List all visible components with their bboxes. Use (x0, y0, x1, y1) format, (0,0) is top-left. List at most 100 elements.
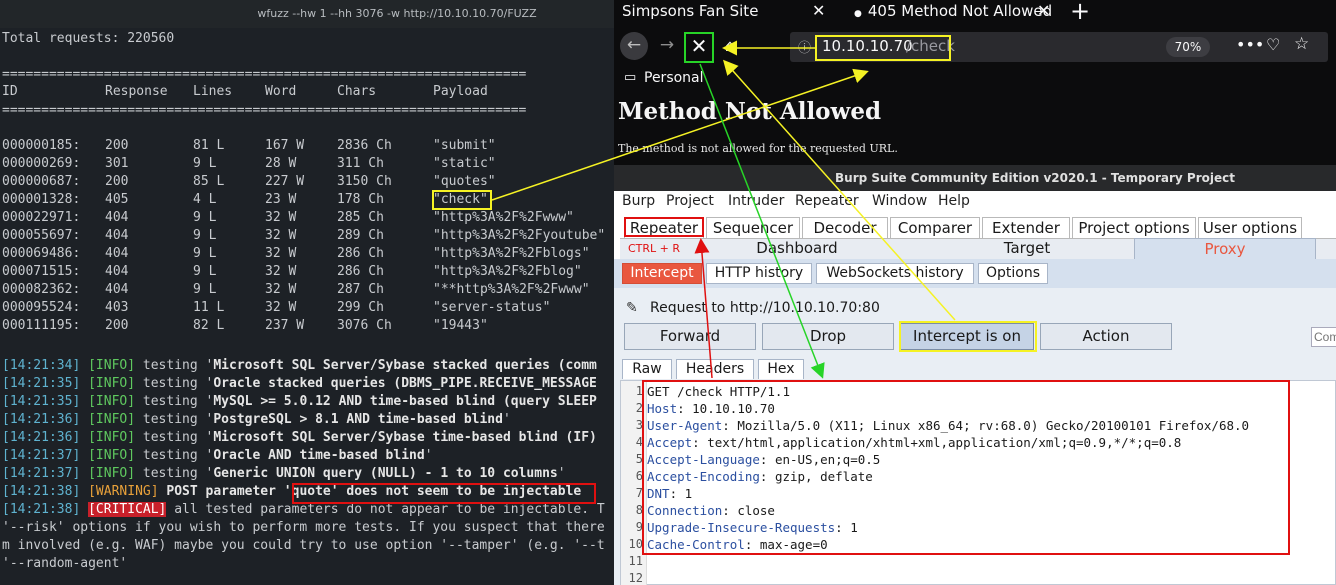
menu-help[interactable]: Help (938, 193, 970, 209)
tab-dashboard[interactable]: Dashboard (714, 238, 880, 259)
highlight-repeater-tab (624, 217, 704, 237)
line-number: 1 (635, 384, 643, 398)
tab-strip: Simpsons Fan Site ✕ ● 405 Method Not Allo… (614, 0, 1336, 25)
cell-word: 32 W (265, 300, 297, 315)
cell-payload: "http%3A%2F%2Fblog" (433, 264, 582, 279)
cell-lines: 9 L (193, 228, 217, 243)
cell-payload: "19443" (433, 318, 488, 333)
cell-payload: "quotes" (433, 174, 496, 189)
log-line: [14:21:35] [INFO] testing 'Oracle stacke… (2, 376, 597, 391)
menu-window[interactable]: Window (872, 193, 927, 209)
drop-button[interactable]: Drop (762, 323, 894, 350)
cell-id: 000000269: (2, 156, 81, 171)
new-tab-icon[interactable]: + (1070, 0, 1090, 25)
cell-word: 32 W (265, 282, 297, 297)
editor-tab-hex[interactable]: Hex (758, 359, 804, 379)
close-tab-icon[interactable]: ✕ (812, 0, 825, 22)
header-chars: Chars (337, 84, 377, 99)
home-icon[interactable]: ⌂ (720, 34, 740, 58)
tab-comparer[interactable]: Comparer (890, 217, 980, 238)
table-row: 000000687: 200 85 L 227 W 3150 Ch "quotes" (0, 174, 614, 192)
cell-chars: 3150 Ch (337, 174, 392, 189)
total-requests: Total requests: 220560 (2, 31, 175, 46)
folder-icon: ▭ (624, 70, 637, 85)
zoom-badge[interactable]: 70% (1166, 37, 1210, 57)
cell-response: 404 (105, 246, 129, 261)
cell-chars: 178 Ch (337, 192, 384, 207)
cell-payload: "**http%3A%2F%2Fwww" (433, 282, 590, 297)
log-tail: m involved (e.g. WAF) maybe you could tr… (2, 538, 605, 553)
tab-decoder[interactable]: Decoder (802, 217, 888, 238)
cell-word: 32 W (265, 246, 297, 261)
cell-id: 000055697: (2, 228, 81, 243)
cell-lines: 9 L (193, 264, 217, 279)
highlight-stop-button (684, 32, 714, 63)
cell-response: 200 (105, 174, 129, 189)
subtab-options[interactable]: Options (978, 263, 1048, 284)
separator: ========================================… (2, 67, 527, 82)
menu-intruder[interactable]: Intruder (728, 193, 784, 209)
cell-payload: "server-status" (433, 300, 551, 315)
bookmark-star-icon[interactable]: ☆ (1294, 34, 1309, 54)
highlight-check-payload (432, 190, 492, 210)
info-icon[interactable]: ⓘ (798, 37, 811, 56)
results-header: ID Response Lines Word Chars Payload (0, 84, 614, 102)
more-icon[interactable]: ••• (1236, 35, 1264, 54)
firefox-window: Simpsons Fan Site ✕ ● 405 Method Not Allo… (614, 0, 1336, 165)
header-id: ID (2, 84, 18, 99)
cell-chars: 289 Ch (337, 228, 384, 243)
cell-lines: 4 L (193, 192, 217, 207)
tab-target[interactable]: Target (944, 238, 1110, 259)
tab-proxy[interactable]: Proxy (1134, 238, 1316, 259)
separator: ========================================… (2, 103, 527, 118)
pocket-icon[interactable]: ♡ (1266, 35, 1280, 54)
tab-user-options[interactable]: User options (1198, 217, 1302, 238)
pencil-icon: ✎ (626, 300, 638, 316)
subtab-websockets-history[interactable]: WebSockets history (816, 263, 974, 284)
editor-tab-raw[interactable]: Raw (622, 359, 672, 379)
comment-field[interactable] (1311, 327, 1336, 347)
table-row: 000001328: 405 4 L 23 W 178 Ch "check" (0, 192, 614, 210)
subtab-intercept[interactable]: Intercept (622, 263, 702, 284)
cell-lines: 9 L (193, 282, 217, 297)
menu-repeater[interactable]: Repeater (795, 193, 859, 209)
back-icon[interactable]: ← (620, 32, 648, 60)
request-to: Request to http://10.10.10.70:80 (650, 300, 880, 316)
cell-response: 403 (105, 300, 129, 315)
line-number: 4 (635, 435, 643, 449)
log-line: [14:21:35] [INFO] testing 'MySQL >= 5.0.… (2, 394, 597, 409)
cell-chars: 299 Ch (337, 300, 384, 315)
editor-tab-headers[interactable]: Headers (676, 359, 754, 379)
cell-response: 404 (105, 264, 129, 279)
line-number: 7 (635, 486, 643, 500)
close-tab-icon[interactable]: ✕ (1037, 0, 1050, 22)
page-message: The method is not allowed for the reques… (618, 142, 898, 155)
subtab-http-history[interactable]: HTTP history (706, 263, 812, 284)
cell-lines: 81 L (193, 138, 225, 153)
burp-title: Burp Suite Community Edition v2020.1 - T… (614, 165, 1336, 191)
tab-project-options[interactable]: Project options (1072, 217, 1196, 238)
tab-sequencer[interactable]: Sequencer (706, 217, 800, 238)
tab-simpsons[interactable]: Simpsons Fan Site (622, 0, 822, 24)
header-response: Response (105, 84, 168, 99)
bookmark-personal[interactable]: Personal (644, 70, 704, 86)
log-tail: '--risk' options if you wish to perform … (2, 520, 605, 535)
forward-button[interactable]: Forward (624, 323, 756, 350)
cell-response: 200 (105, 138, 129, 153)
cell-word: 227 W (265, 174, 305, 189)
line-number: 10 (628, 537, 643, 551)
cell-chars: 3076 Ch (337, 318, 392, 333)
cell-id: 000111195: (2, 318, 81, 333)
log-line: [14:21:37] [INFO] testing 'Oracle AND ti… (2, 448, 433, 463)
menu-burp[interactable]: Burp (622, 193, 655, 209)
menu-project[interactable]: Project (666, 193, 714, 209)
tab-extender[interactable]: Extender (982, 217, 1070, 238)
log-line: [14:21:37] [INFO] testing 'Generic UNION… (2, 466, 566, 481)
bookmarks-toolbar: ▭ Personal (614, 66, 1336, 92)
line-number: 5 (635, 452, 643, 466)
forward-icon[interactable]: → (656, 32, 678, 60)
cell-word: 32 W (265, 264, 297, 279)
tab-405[interactable]: ● 405 Method Not Allowed (844, 0, 1054, 24)
action-button[interactable]: Action (1040, 323, 1172, 350)
line-number: 12 (628, 571, 643, 585)
